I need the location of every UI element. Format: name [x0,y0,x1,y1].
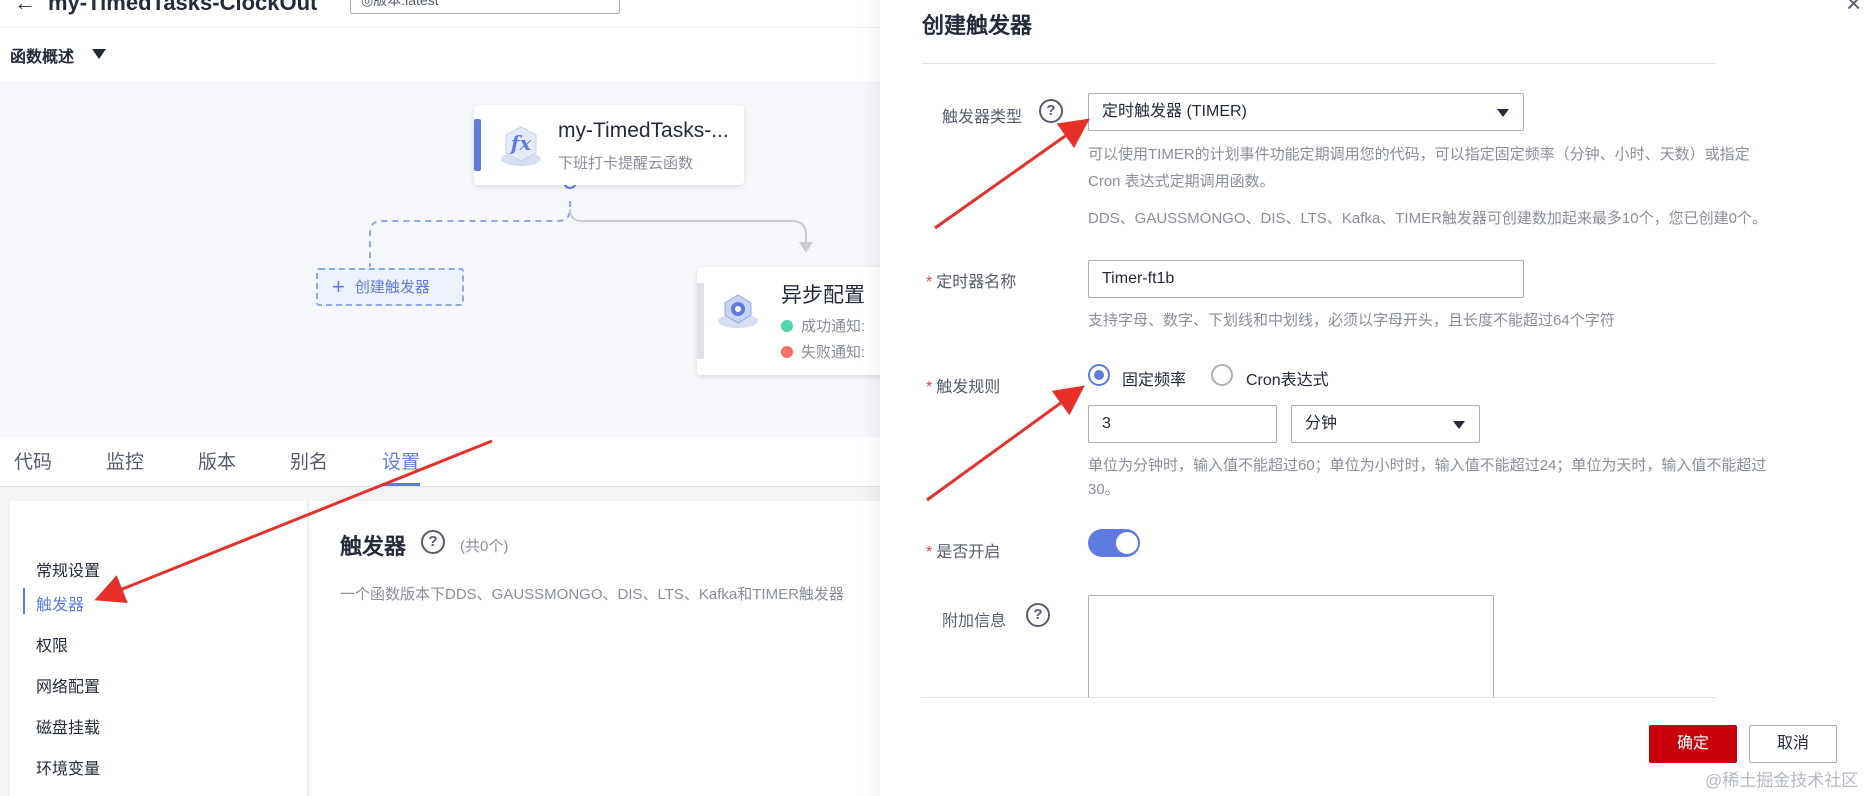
rate-unit-select[interactable]: 分钟 [1291,405,1480,443]
overview-bar: 函数概述 [0,29,880,81]
chevron-down-icon [1497,109,1509,117]
timer-name-input[interactable]: Timer-ft1b [1088,260,1524,298]
success-status-dot [781,320,793,332]
radio-cron-label[interactable]: Cron表达式 [1246,366,1329,390]
required-mark: * [926,544,933,561]
tab-alias[interactable]: 别名 [290,447,328,474]
trigger-rule-label: * 触发规则 [926,373,1000,397]
back-arrow-icon[interactable]: ← [14,0,36,16]
cancel-button[interactable]: 取消 [1749,725,1837,763]
sidebar-item-permissions[interactable]: 权限 [36,632,68,656]
function-title: my-TimedTasks-ClockOut [48,0,318,15]
flow-connector-lines [369,175,813,267]
failure-notify-label: 失败通知: [801,344,866,361]
function-tabs: 代码 监控 版本 别名 设置 [0,437,880,487]
tab-monitor[interactable]: 监控 [106,447,144,474]
async-config-icon [718,294,758,328]
settings-area: 常规设置 触发器 权限 网络配置 磁盘挂载 环境变量 触发器 ? (共0个) 一… [0,487,880,796]
trigger-rule-label-text: 触发规则 [936,379,1001,396]
trigger-panel-heading: 触发器 [340,534,407,559]
sidebar-item-general[interactable]: 常规设置 [36,557,100,581]
trigger-type-label: 触发器类型 [942,109,1023,126]
function-fx-icon: fx [501,126,541,166]
timer-name-hint: 支持字母、数字、下划线和中划线，必须以字母开头，且长度不能超过64个字符 [1088,312,1615,329]
timer-name-label-text: 定时器名称 [936,274,1017,291]
radio-fixed-rate-label[interactable]: 固定频率 [1122,366,1186,390]
create-trigger-drawer: 创建触发器 × 触发器类型 ? 定时触发器 (TIMER) 可以使用TIMER的… [880,0,1873,796]
svg-text:fx: fx [509,131,533,155]
enabled-toggle[interactable] [1088,529,1140,557]
function-header: ← my-TimedTasks-ClockOut ◎版本:latest [0,0,880,28]
tab-version[interactable]: 版本 [198,447,236,474]
footer-divider [922,697,1716,698]
sidebar-item-env-vars[interactable]: 环境变量 [36,755,100,779]
create-trigger-label: 创建触发器 [354,279,430,296]
chevron-down-icon [1453,421,1465,429]
trigger-type-value: 定时触发器 (TIMER) [1102,103,1247,120]
caret-down-icon[interactable] [92,49,106,59]
radio-cron[interactable] [1211,364,1233,386]
tab-code[interactable]: 代码 [14,447,52,474]
success-notify-row: 成功通知: [781,315,865,336]
success-notify-label: 成功通知: [801,318,866,335]
timer-name-label: * 定时器名称 [926,268,1016,292]
trigger-type-hint: 可以使用TIMER的计划事件功能定期调用您的代码，可以指定固定频率（分钟、小时、… [1088,146,1750,163]
drawer-divider [922,63,1716,64]
version-select[interactable]: ◎版本:latest [350,0,620,14]
drawer-title: 创建触发器 [922,13,1033,38]
tab-settings[interactable]: 设置 [382,447,420,474]
radio-fixed-rate[interactable] [1088,364,1110,386]
required-mark: * [926,379,933,396]
trigger-type-select[interactable]: 定时触发器 (TIMER) [1088,93,1524,131]
trigger-limit-hint: DDS、GAUSSMONGO、DIS、LTS、Kafka、TIMER触发器可创建… [1088,210,1767,227]
sidebar-item-network[interactable]: 网络配置 [36,673,100,697]
trigger-rule-hint: 单位为分钟时，输入值不能超过60；单位为小时时，输入值不能超过24；单位为天时，… [1088,457,1767,474]
async-card-accent [697,283,704,359]
menu-active-indicator [23,588,25,614]
extra-info-label: 附加信息 [942,613,1007,630]
help-icon[interactable]: ? [421,530,445,554]
rate-amount-input[interactable]: 3 [1088,405,1277,443]
failure-notify-row: 失败通知: [781,341,865,362]
required-mark: * [926,274,933,291]
tab-active-indicator [382,483,420,486]
function-card-name: my-TimedTasks-... [558,119,729,142]
sidebar-item-disk-mount[interactable]: 磁盘挂载 [36,714,100,738]
enabled-label: * 是否开启 [926,538,1000,562]
watermark: @稀土掘金技术社区 [1705,771,1859,790]
trigger-settings-panel: 触发器 ? (共0个) 一个函数版本下DDS、GAUSSMONGO、DIS、LT… [310,501,880,796]
sidebar-item-triggers[interactable]: 触发器 [36,591,84,615]
plus-icon: + [332,274,345,299]
create-trigger-button[interactable]: + 创建触发器 [316,268,464,306]
overview-label[interactable]: 函数概述 [10,43,74,67]
enabled-label-text: 是否开启 [936,544,1001,561]
confirm-button[interactable]: 确定 [1649,725,1737,763]
close-icon[interactable]: × [1846,0,1861,19]
function-card-accent [474,119,481,171]
trigger-type-hint: Cron 表达式定期调用函数。 [1088,173,1275,190]
function-card-description: 下班打卡提醒云函数 [558,155,694,172]
failure-status-dot [781,346,793,358]
extra-info-textarea[interactable] [1088,595,1494,705]
trigger-count: (共0个) [460,538,509,555]
help-icon[interactable]: ? [1026,603,1050,627]
function-card[interactable]: fx my-TimedTasks-... 下班打卡提醒云函数 [474,105,744,185]
help-icon[interactable]: ? [1039,99,1063,123]
rate-unit-value: 分钟 [1305,415,1338,432]
trigger-rule-hint: 30。 [1088,481,1120,498]
async-card-title: 异步配置 [781,284,865,307]
function-flow-canvas: fx my-TimedTasks-... 下班打卡提醒云函数 + 创建触发器 异步… [0,81,897,437]
toggle-knob [1116,532,1138,554]
settings-side-menu: 常规设置 触发器 权限 网络配置 磁盘挂载 环境变量 [10,501,308,796]
trigger-panel-description: 一个函数版本下DDS、GAUSSMONGO、DIS、LTS、Kafka和TIME… [340,586,844,603]
